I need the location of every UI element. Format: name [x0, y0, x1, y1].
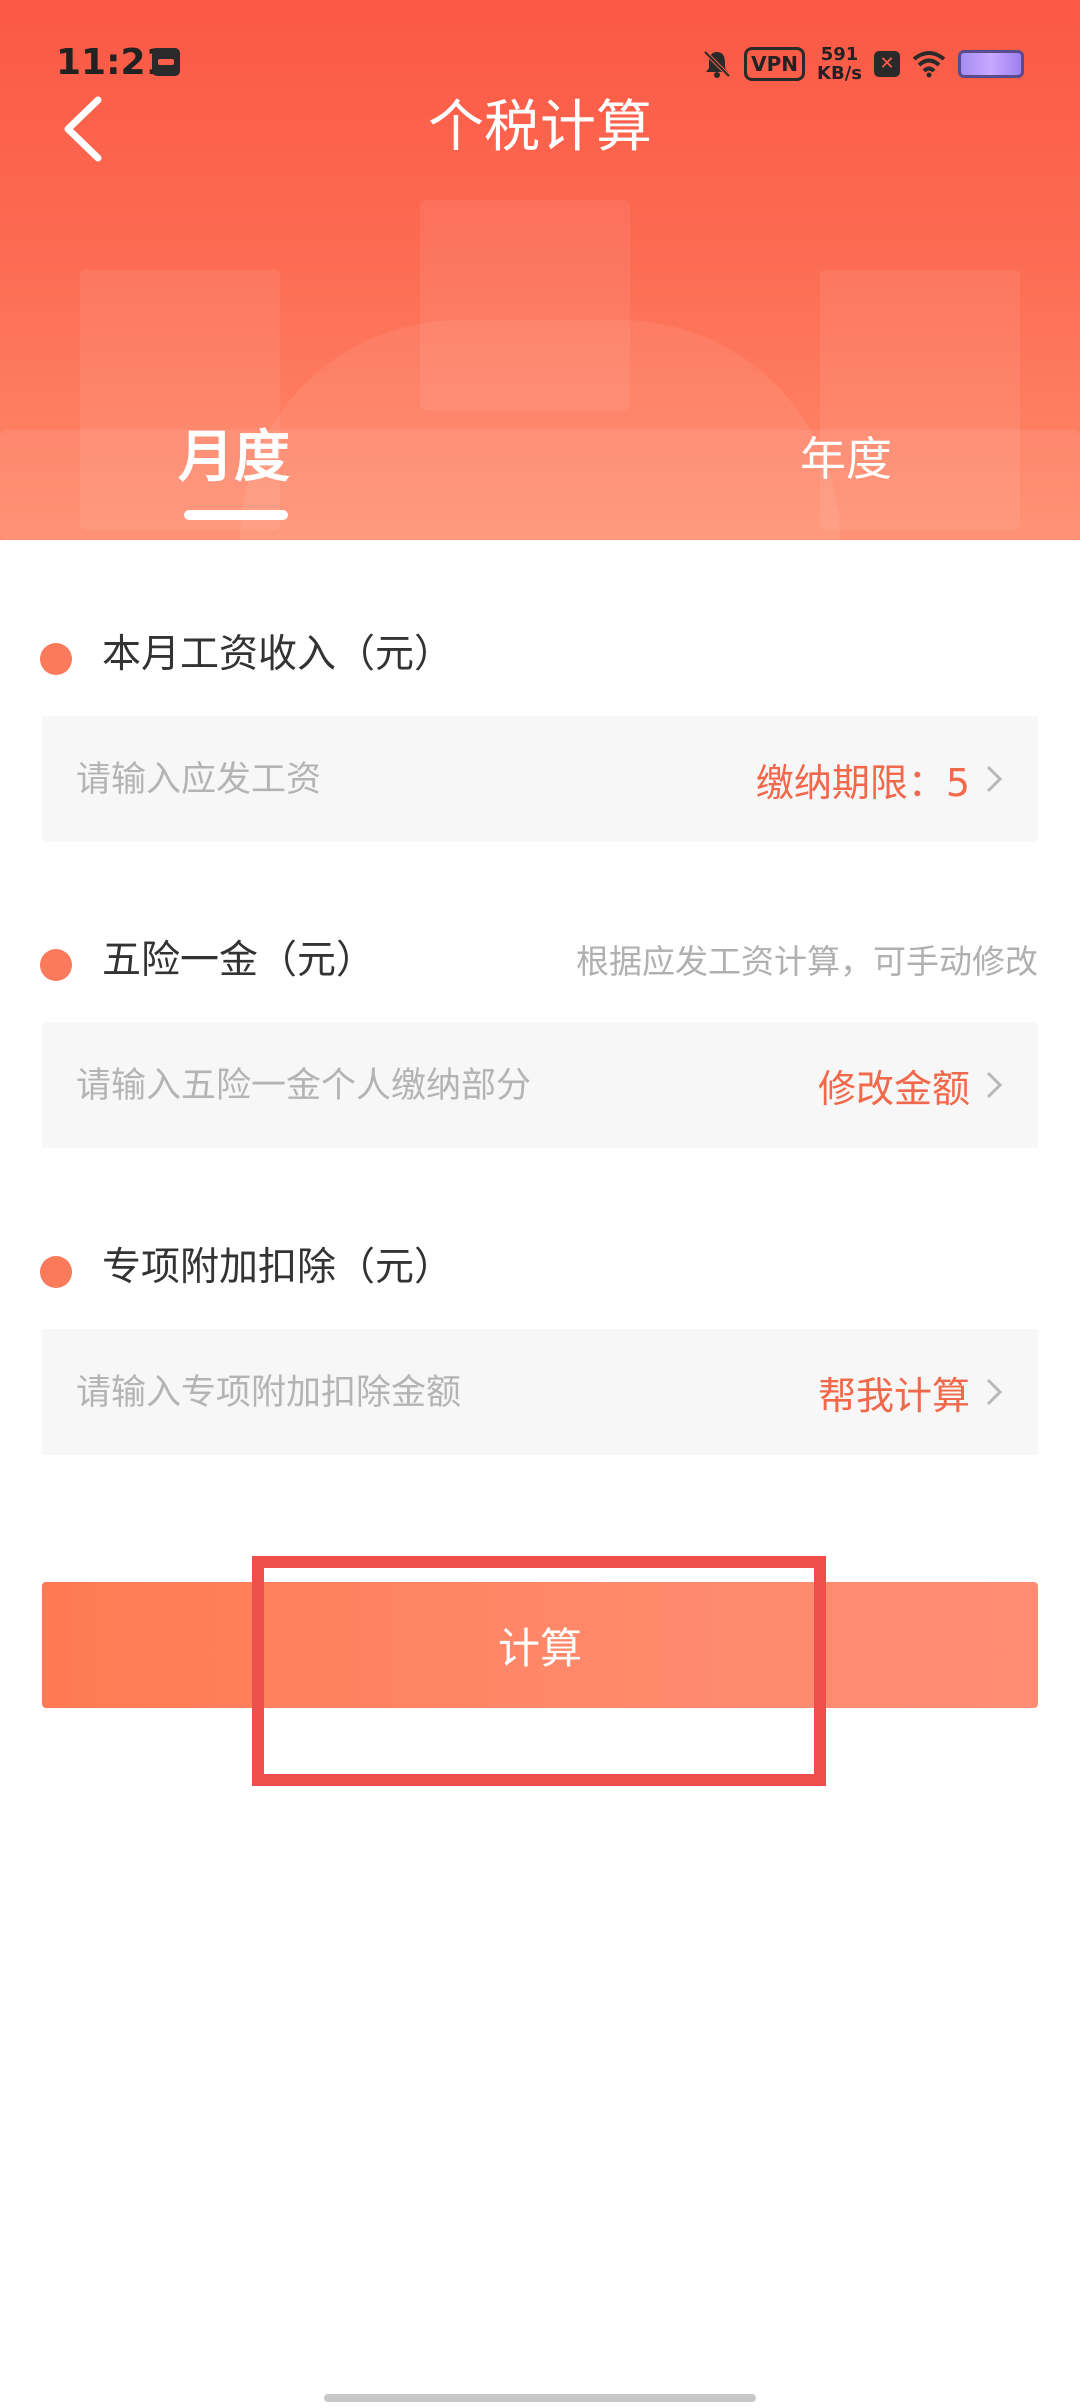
chevron-right-icon [986, 1071, 1003, 1099]
wifi-icon [912, 51, 946, 78]
bell-muted-icon [703, 50, 731, 78]
battery-icon [958, 50, 1024, 78]
payment-period-label: 缴纳期限：5 [755, 760, 970, 805]
header-banner: 11:21 VPN 591 KB/s ✕ 个税计算 月度 年度 [0, 0, 1080, 540]
insurance-input[interactable] [74, 1022, 698, 1150]
chevron-right-icon [986, 1378, 1003, 1406]
help-calculate-button[interactable]: 帮我计算 [818, 1329, 1004, 1455]
tab-yearly[interactable]: 年度 [800, 426, 892, 492]
page-title: 个税计算 [428, 95, 652, 160]
insurance-field: 修改金额 [42, 1022, 1038, 1150]
bullet-dot [40, 949, 72, 981]
status-icons: VPN 591 KB/s ✕ [702, 44, 1024, 84]
calendar-notification-icon [152, 48, 180, 76]
deduction-label: 专项附加扣除（元） [102, 1245, 454, 1290]
salary-section-header: 本月工资收入（元） [0, 627, 1080, 683]
bullet-dot [40, 643, 72, 675]
highlight-box [252, 1556, 826, 1786]
deduction-input[interactable] [74, 1329, 698, 1457]
no-sim-icon: ✕ [874, 51, 900, 77]
banner-decoration [0, 430, 1080, 540]
payment-period-selector[interactable]: 缴纳期限：5 [756, 716, 1004, 842]
bullet-dot [40, 1256, 72, 1288]
deduction-field: 帮我计算 [42, 1329, 1038, 1457]
tab-monthly[interactable]: 月度 [178, 420, 290, 496]
network-speed: 591 KB/s [817, 45, 862, 83]
help-calculate-label: 帮我计算 [817, 1373, 970, 1418]
chevron-right-icon [986, 765, 1003, 793]
insurance-hint: 根据应发工资计算，可手动修改 [576, 942, 1038, 981]
modify-amount-label: 修改金额 [817, 1066, 970, 1111]
home-indicator[interactable] [324, 2394, 756, 2402]
salary-input[interactable] [74, 716, 698, 844]
network-speed-value: 591 [820, 44, 859, 65]
deduction-section-header: 专项附加扣除（元） [0, 1240, 1080, 1296]
vpn-indicator: VPN [744, 47, 806, 81]
modify-amount-button[interactable]: 修改金额 [818, 1022, 1004, 1148]
insurance-label: 五险一金（元） [102, 938, 376, 983]
tab-active-indicator [184, 510, 288, 520]
salary-field: 缴纳期限：5 [42, 716, 1038, 844]
salary-label: 本月工资收入（元） [102, 632, 454, 677]
network-speed-unit: KB/s [817, 63, 862, 84]
status-bar: 11:21 VPN 591 KB/s ✕ [0, 40, 1080, 90]
insurance-section-header: 五险一金（元） 根据应发工资计算，可手动修改 [0, 933, 1080, 989]
